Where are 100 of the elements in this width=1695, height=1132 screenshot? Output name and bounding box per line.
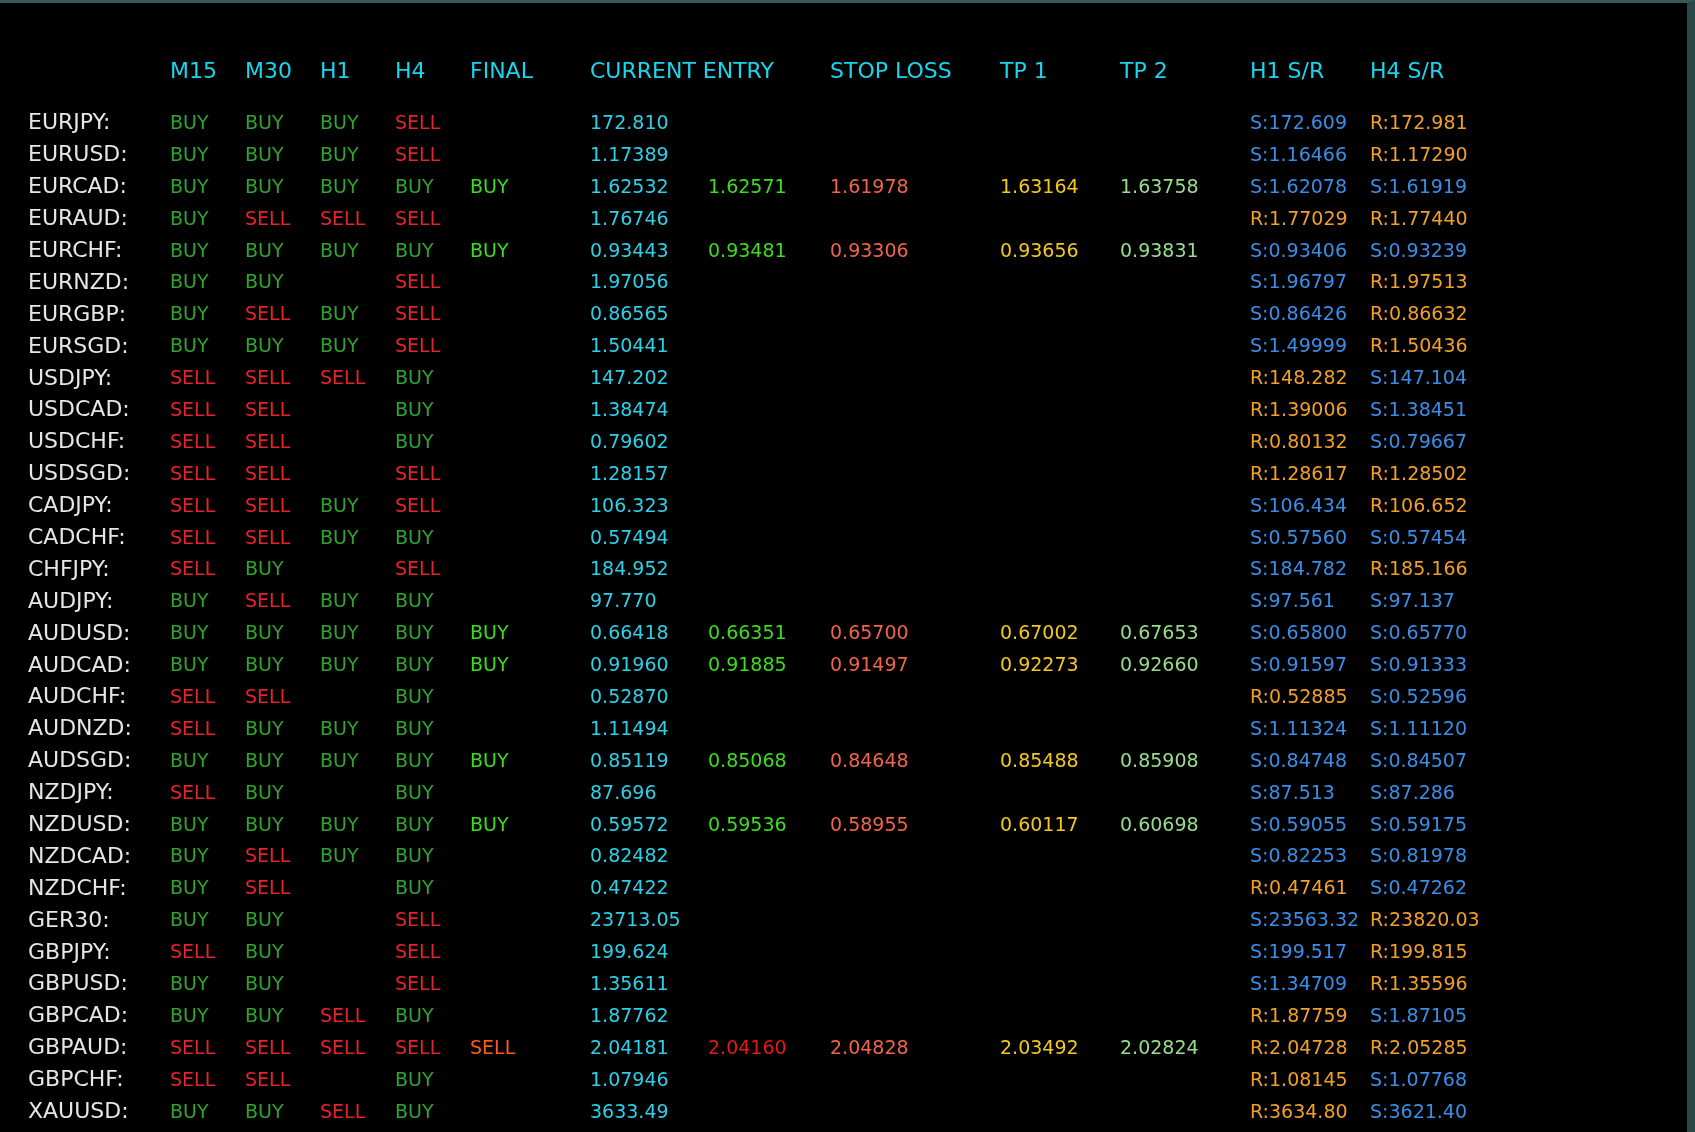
symbol-label: AUDCAD:: [28, 651, 132, 677]
signal-label: BUY: [245, 142, 285, 165]
signal-label: BUY: [170, 302, 210, 325]
level-label: S:87.286: [1370, 780, 1456, 803]
signal-label: BUY: [170, 908, 210, 931]
current-price: 0.79602: [590, 429, 670, 452]
signal-label: BUY: [170, 876, 210, 899]
level-label: S:1.61919: [1370, 174, 1469, 197]
level-label: R:1.35596: [1370, 972, 1469, 994]
signal-label: SELL: [170, 1067, 217, 1090]
stop-loss-price: 0.84648: [830, 748, 910, 771]
level-label: R:1.50436: [1370, 334, 1469, 357]
column-header: H1: [320, 57, 352, 83]
signal-label: BUY: [320, 748, 360, 771]
level-label: S:0.79667: [1370, 429, 1469, 452]
column-header: M15: [170, 57, 218, 83]
current-price: 172.810: [590, 110, 670, 133]
signal-label: BUY: [320, 302, 360, 325]
signal-label: SELL: [170, 429, 217, 452]
level-label: S:0.47262: [1370, 876, 1469, 899]
symbol-label: USDCHF:: [28, 428, 127, 454]
symbol-label: USDCAD:: [28, 396, 131, 422]
signal-label: BUY: [395, 238, 435, 261]
column-header: M30: [245, 57, 293, 83]
signal-label: SELL: [395, 142, 442, 165]
level-label: S:199.517: [1250, 940, 1349, 963]
symbol-label: GBPAUD:: [28, 1034, 129, 1060]
level-label: S:1.07768: [1370, 1067, 1469, 1090]
symbol-label: AUDJPY:: [28, 587, 115, 613]
signal-label: SELL: [170, 557, 217, 580]
level-label: S:1.11120: [1370, 716, 1469, 739]
symbol-label: EURNZD:: [28, 268, 131, 294]
stop-loss-price: 0.58955: [830, 812, 910, 835]
current-price: 1.28157: [590, 461, 670, 484]
level-label: S:1.62078: [1250, 174, 1349, 197]
signal-label: BUY: [170, 142, 210, 165]
signal-label: BUY: [170, 621, 210, 644]
current-price: 87.696: [590, 780, 658, 803]
final-signal: BUY: [470, 621, 510, 644]
signal-label: BUY: [320, 589, 360, 612]
signal-label: SELL: [170, 366, 217, 389]
signal-label: BUY: [320, 621, 360, 644]
level-label: R:1.77029: [1250, 206, 1349, 229]
signal-label: SELL: [170, 397, 217, 420]
level-label: S:0.84748: [1250, 748, 1349, 771]
signal-label: BUY: [395, 589, 435, 612]
current-price: 0.52870: [590, 684, 670, 707]
symbol-label: EURCHF:: [28, 237, 124, 262]
signal-label: BUY: [245, 174, 285, 197]
signal-label: SELL: [170, 461, 217, 484]
level-label: S:106.434: [1250, 493, 1349, 516]
signal-label: SELL: [170, 684, 217, 707]
signal-label: BUY: [395, 174, 435, 197]
level-label: R:1.77440: [1370, 206, 1469, 229]
take-profit-price: 0.92273: [1000, 653, 1080, 676]
signal-label: SELL: [245, 493, 292, 516]
signal-label: SELL: [170, 1035, 217, 1058]
signal-label: BUY: [320, 110, 360, 133]
symbol-label: AUDCHF:: [28, 683, 128, 709]
signal-label: SELL: [320, 1035, 367, 1058]
column-header: H4: [395, 57, 427, 83]
current-price: 0.47422: [590, 876, 670, 899]
symbol-label: EURUSD:: [28, 141, 129, 167]
signal-label: BUY: [395, 1099, 435, 1122]
level-label: S:23563.32: [1250, 908, 1361, 931]
level-label: S:97.137: [1370, 589, 1456, 612]
signal-label: BUY: [245, 748, 285, 771]
signal-label: SELL: [395, 206, 442, 229]
signal-label: BUY: [170, 270, 210, 293]
signal-label: BUY: [395, 653, 435, 676]
level-label: S:0.91333: [1370, 653, 1469, 676]
level-label: S:1.49999: [1250, 334, 1349, 357]
current-price: 1.50441: [590, 334, 670, 357]
signal-label: SELL: [245, 302, 292, 325]
current-price: 0.91960: [590, 653, 670, 676]
stop-loss-price: 0.65700: [830, 621, 910, 644]
entry-price: 0.59536: [708, 812, 788, 835]
level-label: S:0.82253: [1250, 844, 1349, 867]
symbol-label: EURCAD:: [28, 173, 128, 199]
signal-label: BUY: [245, 1003, 285, 1026]
symbol-label: USDJPY:: [28, 364, 114, 390]
current-price: 1.97056: [590, 270, 670, 293]
signal-label: BUY: [245, 270, 285, 293]
signal-label: SELL: [245, 525, 292, 548]
current-price: 106.323: [590, 493, 670, 516]
take-profit-price: 0.93831: [1120, 238, 1200, 261]
level-label: S:0.91597: [1250, 653, 1349, 676]
signal-label: BUY: [320, 653, 360, 676]
level-label: S:0.93239: [1370, 238, 1469, 261]
final-signal: BUY: [470, 238, 510, 261]
entry-price: 0.66351: [708, 621, 788, 644]
column-header: H1 S/R: [1250, 57, 1326, 83]
signal-label: BUY: [395, 876, 435, 899]
final-signal: BUY: [470, 812, 510, 835]
level-label: S:172.609: [1250, 110, 1349, 133]
current-price: 0.82482: [590, 844, 670, 867]
signal-label: BUY: [395, 1003, 435, 1026]
level-label: S:0.57560: [1250, 525, 1349, 548]
signal-label: BUY: [395, 429, 435, 452]
signal-label: BUY: [245, 653, 285, 676]
